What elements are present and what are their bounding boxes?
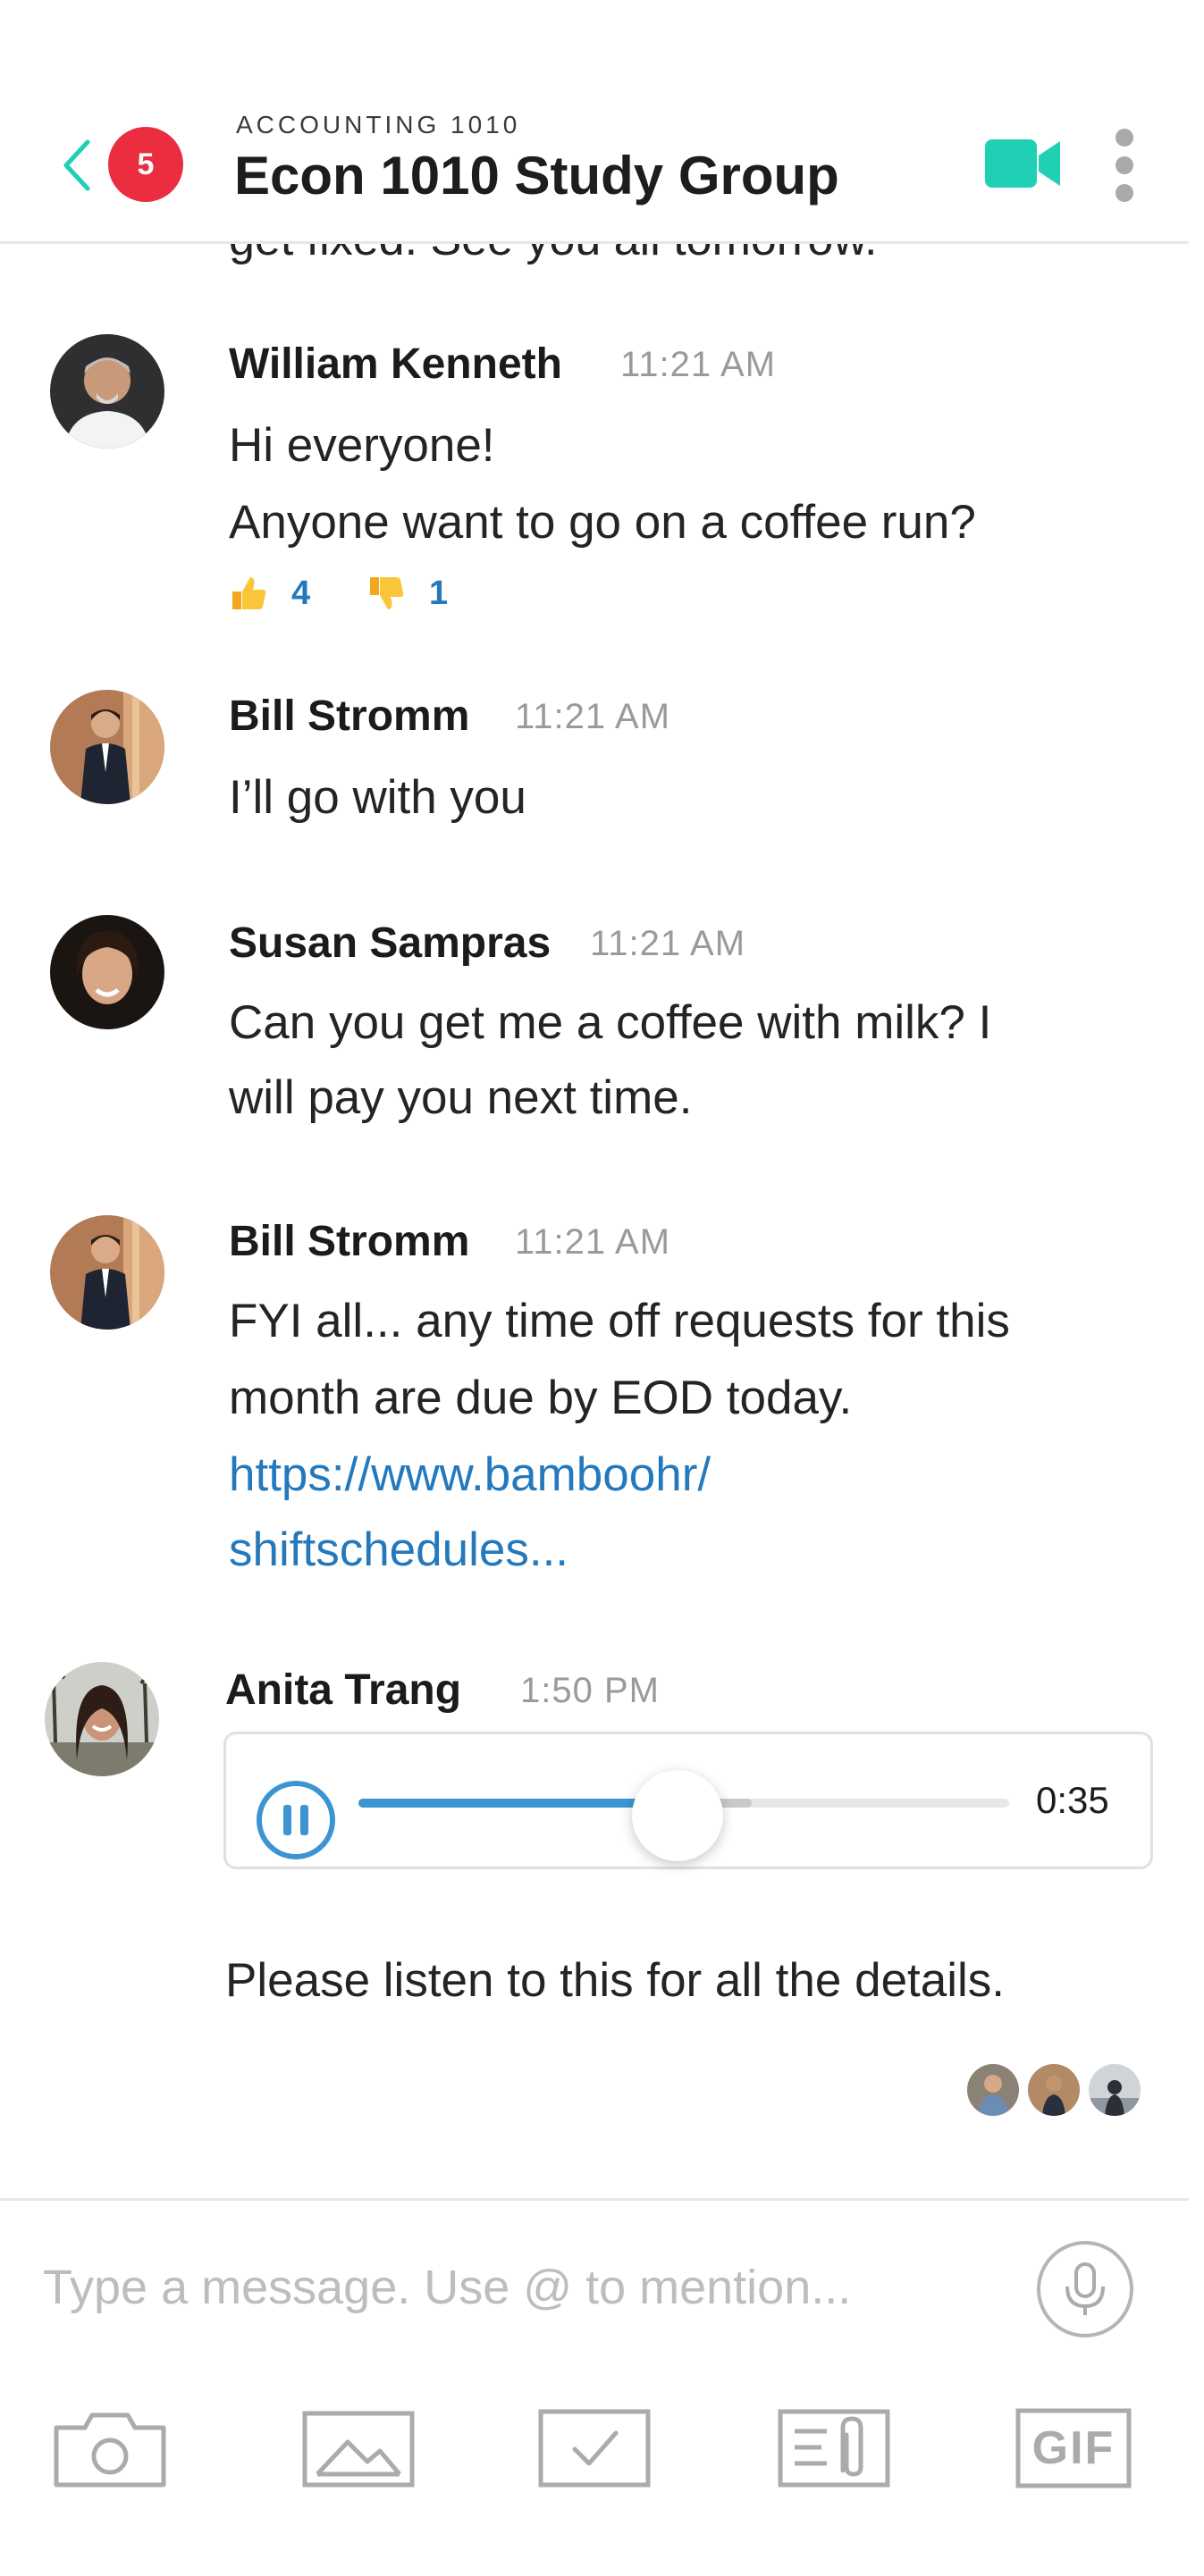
chevron-left-icon: [63, 139, 90, 191]
pause-button[interactable]: [257, 1781, 335, 1859]
message-text: FYI all... any time off requests for thi…: [229, 1295, 1010, 1347]
audio-progress-fill: [358, 1799, 678, 1808]
back-button[interactable]: [54, 134, 98, 197]
avatar-image: [50, 334, 164, 449]
message-time: 1:50 PM: [520, 1671, 660, 1710]
sender-name[interactable]: Bill Stromm: [229, 692, 469, 741]
gif-button[interactable]: GIF: [1015, 2404, 1132, 2493]
unread-count-badge[interactable]: 5: [108, 127, 183, 202]
avatar-image: [45, 1662, 159, 1776]
avatar-bill-stromm[interactable]: [50, 690, 164, 804]
message-text: I’ll go with you: [229, 771, 526, 824]
more-dot: [1116, 156, 1133, 174]
message-time: 11:21 AM: [620, 345, 777, 384]
more-dot: [1116, 129, 1133, 147]
task-button[interactable]: [536, 2404, 653, 2493]
audio-duration: 0:35: [1036, 1779, 1109, 1821]
avatar-anita-trang[interactable]: [45, 1662, 159, 1776]
attachment-button[interactable]: [776, 2404, 892, 2493]
sender-name[interactable]: Bill Stromm: [229, 1217, 469, 1266]
message-text: Can you get me a coffee with milk? I: [229, 996, 992, 1049]
pause-icon: [283, 1805, 291, 1835]
camera-button[interactable]: [52, 2404, 168, 2493]
reaction-thumbs-up[interactable]: 4: [229, 574, 310, 613]
more-dot: [1116, 184, 1133, 202]
avatar-william-kenneth[interactable]: [50, 334, 164, 449]
video-camera-icon: [985, 139, 1060, 188]
composer-divider: [0, 2198, 1189, 2201]
reaction-count: 4: [291, 574, 311, 612]
sender-name[interactable]: William Kenneth: [229, 340, 562, 389]
voice-message-player: 0:35: [223, 1732, 1153, 1869]
message-link[interactable]: https://www.bamboohr/: [229, 1447, 711, 1502]
avatar-image: [50, 690, 164, 804]
message-text: Hi everyone!: [229, 419, 495, 472]
read-receipt-avatar: [1028, 2064, 1080, 2116]
video-call-button[interactable]: [983, 134, 1064, 193]
microphone-icon: [1065, 2262, 1105, 2315]
read-receipt-avatar: [967, 2064, 1019, 2116]
reaction-count: 1: [429, 574, 449, 612]
group-title[interactable]: Econ 1010 Study Group: [234, 145, 839, 206]
message-text: month are due by EOD today.: [229, 1372, 853, 1424]
sender-name[interactable]: Susan Sampras: [229, 919, 551, 968]
attachment-icon: [778, 2409, 890, 2488]
avatar-susan-sampras[interactable]: [50, 915, 164, 1029]
message-text: will pay you next time.: [229, 1071, 693, 1124]
pause-icon: [300, 1805, 308, 1835]
reaction-thumbs-down[interactable]: 1: [366, 574, 448, 613]
message-input[interactable]: [43, 2252, 1008, 2323]
message-time: 11:21 AM: [515, 697, 671, 736]
gif-icon: [1015, 2408, 1132, 2488]
read-receipt-avatar: [1089, 2064, 1141, 2116]
message-text-cut-off: get fixed. See you all tomorrow.: [229, 243, 878, 266]
more-options-button[interactable]: [1099, 125, 1149, 206]
sender-name[interactable]: Anita Trang: [225, 1666, 461, 1715]
message-time: 11:21 AM: [590, 924, 746, 963]
message-link[interactable]: shiftschedules...: [229, 1523, 568, 1577]
thumbs-up-icon: [232, 577, 266, 609]
chat-header: 5 ACCOUNTING 1010 Econ 1010 Study Group: [0, 0, 1204, 244]
image-button[interactable]: [300, 2404, 417, 2493]
read-receipts[interactable]: [967, 2064, 1141, 2116]
composer-toolbar: GIF: [0, 2404, 1204, 2502]
camera-icon: [54, 2412, 166, 2488]
audio-scrub-handle[interactable]: [632, 1770, 723, 1861]
message-text: Anyone want to go on a coffee run?: [229, 496, 976, 549]
message-text: Please listen to this for all the detail…: [225, 1954, 1006, 2007]
thumbs-down-icon: [370, 577, 404, 609]
image-icon: [302, 2411, 415, 2488]
voice-record-button[interactable]: [1037, 2241, 1133, 2337]
group-subtitle: ACCOUNTING 1010: [236, 111, 521, 138]
avatar-image: [50, 915, 164, 1029]
message-list[interactable]: get fixed. See you all tomorrow. William…: [0, 243, 1204, 2198]
message-time: 11:21 AM: [515, 1222, 671, 1262]
avatar-image: [50, 1215, 164, 1330]
header-divider: [0, 241, 1189, 244]
checkbox-icon: [538, 2409, 651, 2488]
avatar-bill-stromm[interactable]: [50, 1215, 164, 1330]
